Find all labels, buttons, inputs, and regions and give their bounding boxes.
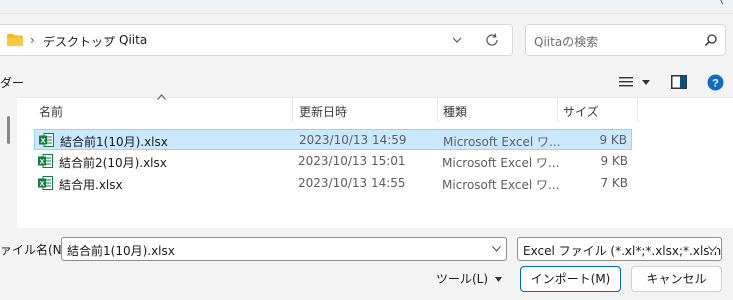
search-icon[interactable]	[704, 33, 718, 47]
view-list-icon[interactable]	[619, 76, 633, 88]
file-type: Microsoft Excel ワ...	[442, 156, 560, 170]
column-header-name[interactable]: 名前	[39, 103, 63, 120]
chevron-down-icon[interactable]	[708, 246, 717, 252]
help-icon[interactable]: ?	[707, 74, 724, 91]
file-name: 結合前1(10月).xlsx	[60, 135, 168, 149]
file-type: Microsoft Excel ワ...	[442, 178, 560, 192]
toolbar-label[interactable]: ダー	[0, 74, 24, 91]
view-dropdown-icon[interactable]	[642, 80, 650, 85]
chevron-down-icon[interactable]	[449, 32, 465, 48]
column-header-date[interactable]: 更新日時	[299, 103, 347, 120]
file-date: 2023/10/13 14:55	[298, 176, 406, 190]
close-icon[interactable]: ╲	[717, 0, 727, 5]
chevron-down-icon[interactable]	[492, 246, 501, 252]
column-divider[interactable]	[557, 97, 558, 122]
tools-button[interactable]: ツール(L)	[436, 270, 488, 287]
svg-text:X: X	[39, 179, 44, 188]
file-row[interactable]: X 結合用.xlsx 2023/10/13 14:55 Microsoft Ex…	[34, 173, 632, 194]
file-date: 2023/10/13 14:59	[299, 133, 407, 147]
search-box[interactable]: Qiitaの検索	[525, 24, 726, 56]
excel-file-icon: X	[38, 154, 53, 168]
column-divider[interactable]	[292, 97, 293, 122]
address-bar[interactable]: › デスクトップ › Qiita	[0, 24, 513, 56]
filename-label: ァイル名(N):	[0, 243, 71, 257]
title-strip	[0, 0, 733, 14]
import-button[interactable]: インポート(M)	[520, 266, 621, 292]
svg-text:X: X	[39, 157, 44, 166]
cancel-button[interactable]: キャンセル	[631, 266, 722, 292]
file-name: 結合前2(10月).xlsx	[59, 156, 167, 170]
file-row[interactable]: X 結合前1(10月).xlsx 2023/10/13 14:59 Micros…	[34, 129, 632, 150]
file-size: 9 KB	[599, 133, 627, 147]
refresh-icon[interactable]	[484, 32, 500, 48]
folder-icon	[7, 34, 23, 46]
file-type: Microsoft Excel ワ...	[443, 135, 561, 149]
excel-file-icon: X	[38, 176, 53, 190]
filename-combobox[interactable]: 結合前1(10月).xlsx	[61, 237, 507, 261]
file-row[interactable]: X 結合前2(10月).xlsx 2023/10/13 15:01 Micros…	[34, 151, 632, 172]
filename-value[interactable]: 結合前1(10月).xlsx	[67, 242, 175, 259]
breadcrumb-item-qiita[interactable]: Qiita	[119, 33, 147, 47]
file-type-filter[interactable]: Excel ファイル (*.xl*;*.xlsx;*.xlsm;*.xl	[517, 237, 722, 261]
preview-pane-icon[interactable]	[671, 75, 687, 89]
tools-dropdown-icon[interactable]	[495, 277, 502, 282]
file-type-filter-value: Excel ファイル (*.xl*;*.xlsx;*.xlsm;*.xl	[523, 244, 722, 258]
svg-text:?: ?	[712, 78, 719, 90]
column-divider[interactable]	[437, 97, 438, 122]
file-size: 7 KB	[600, 176, 628, 190]
column-header-type[interactable]: 種類	[443, 103, 467, 120]
file-size: 9 KB	[600, 154, 628, 168]
file-date: 2023/10/13 15:01	[298, 154, 406, 168]
sort-ascending-icon	[157, 94, 166, 100]
column-divider[interactable]	[637, 97, 638, 122]
breadcrumb-separator: ›	[105, 33, 110, 47]
navigation-scrollbar[interactable]	[7, 116, 10, 144]
excel-file-icon: X	[39, 133, 54, 147]
svg-text:X: X	[40, 136, 45, 145]
file-name: 結合用.xlsx	[59, 178, 123, 192]
column-header-size[interactable]: サイズ	[563, 103, 599, 120]
search-placeholder: Qiitaの検索	[534, 35, 599, 49]
breadcrumb-separator: ›	[30, 33, 35, 47]
